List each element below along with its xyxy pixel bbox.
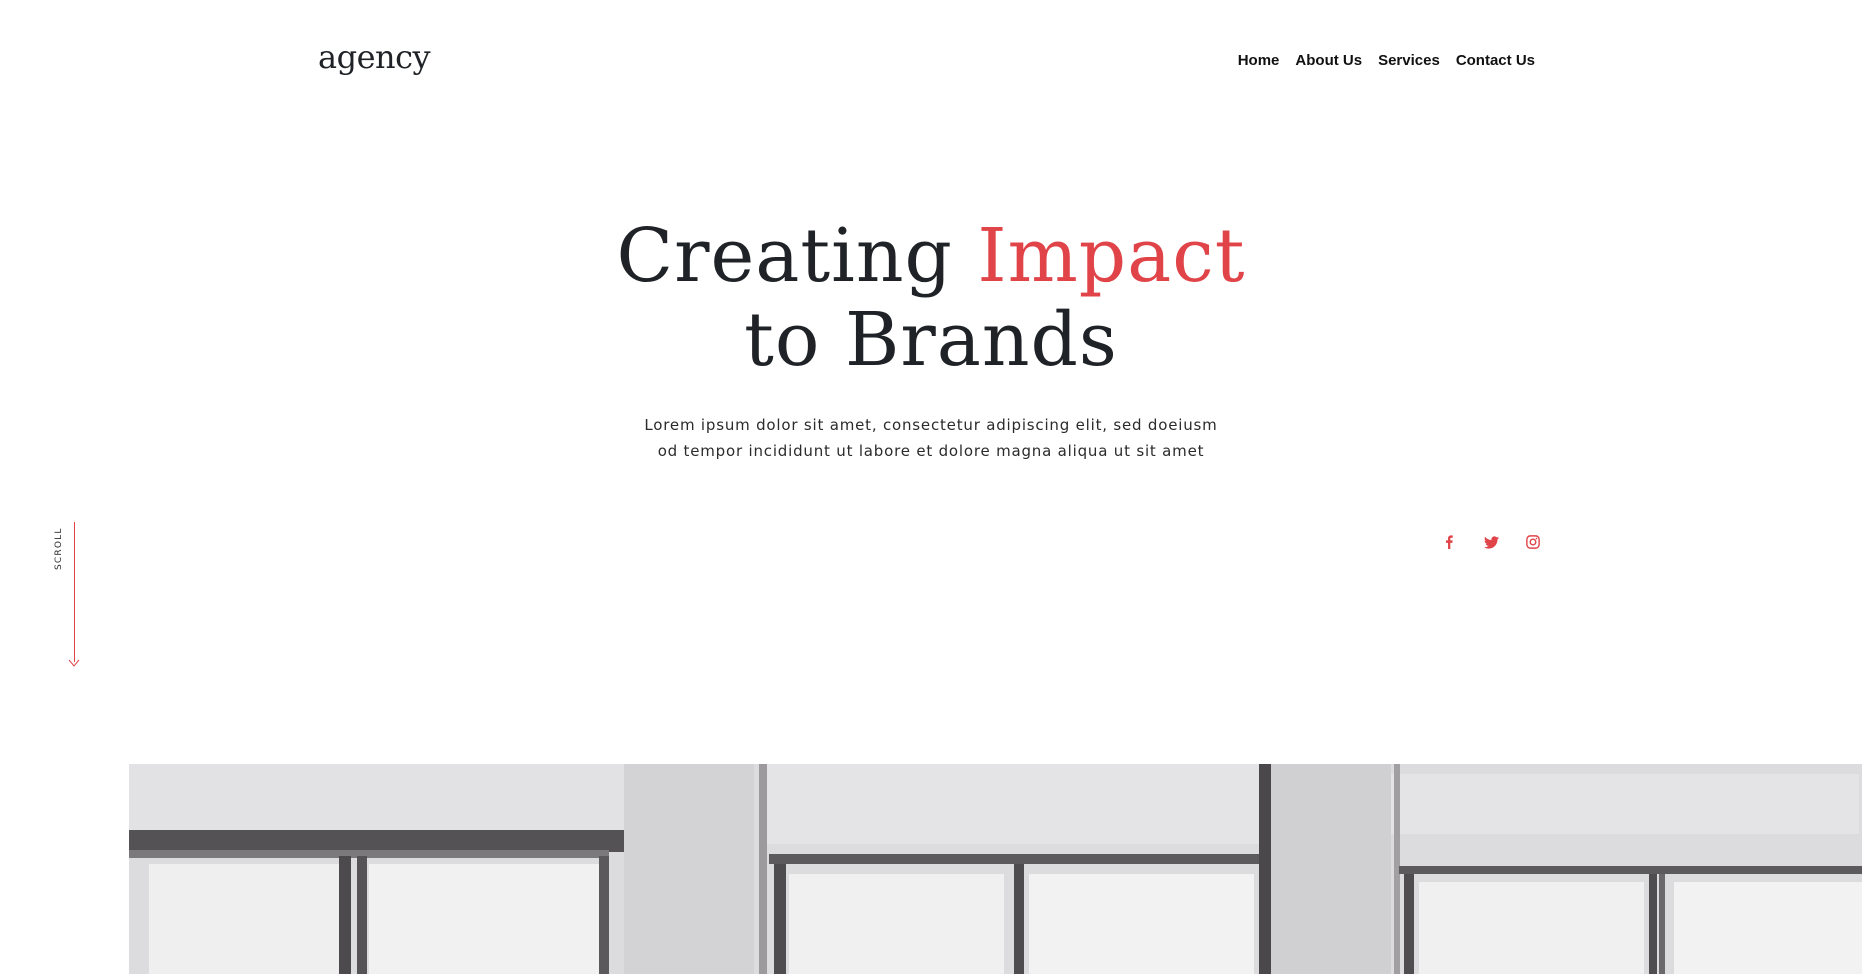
arrow-down-icon[interactable] [67,656,81,668]
hero-title: Creating Impact to Brands [0,214,1862,382]
main-nav: Home About Us Services Contact Us [1238,52,1535,69]
office-windows-image [129,764,1862,974]
twitter-icon[interactable] [1482,533,1500,551]
nav-about-us[interactable]: About Us [1295,52,1362,69]
nav-services[interactable]: Services [1378,52,1440,69]
nav-contact-us[interactable]: Contact Us [1456,52,1535,69]
nav-home[interactable]: Home [1238,52,1280,69]
hero-title-accent: Impact [977,213,1246,299]
facebook-icon[interactable] [1440,533,1458,551]
hero-image [129,764,1862,974]
page: agency Home About Us Services Contact Us… [0,0,1862,974]
hero-subtitle: Lorem ipsum dolor sit amet, consectetur … [0,412,1862,464]
scroll-line [74,522,75,662]
social-links [1440,533,1542,551]
hero-title-line2: to Brands [744,297,1118,383]
hero-title-part1: Creating [616,213,978,299]
hero-subtitle-line2: od tempor incididunt ut labore et dolore… [657,442,1205,460]
logo[interactable]: agency [318,38,431,76]
instagram-icon[interactable] [1524,533,1542,551]
scroll-label: SCROLL [54,527,64,570]
hero-subtitle-line1: Lorem ipsum dolor sit amet, consectetur … [644,416,1218,434]
